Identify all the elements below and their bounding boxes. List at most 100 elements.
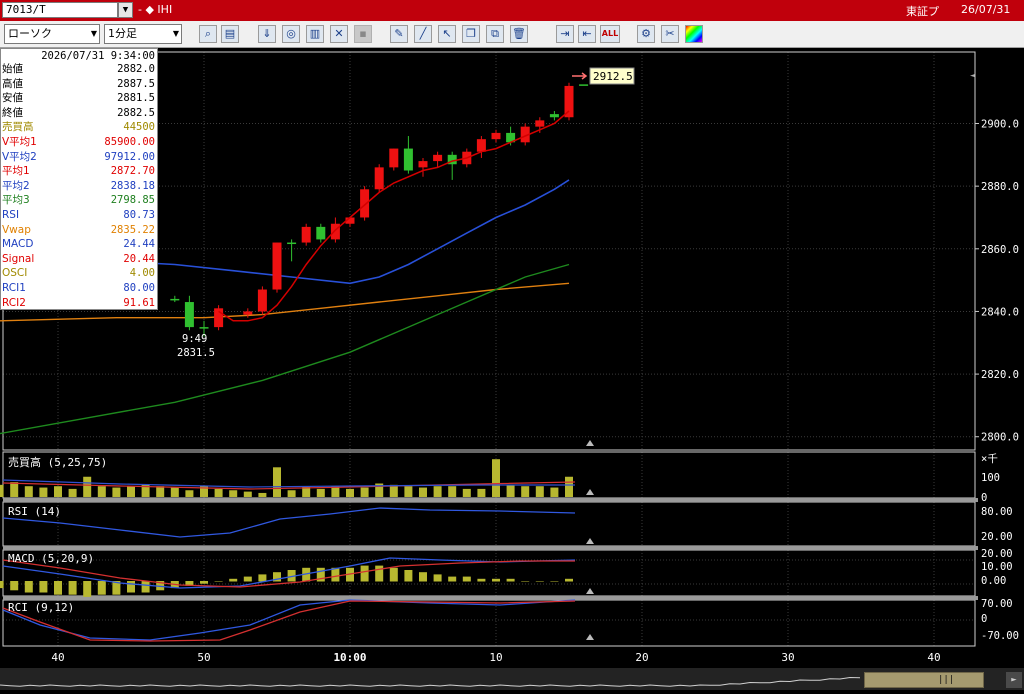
rci-panel-title: RCI (9,12) <box>8 601 74 614</box>
volume-bar <box>68 488 77 497</box>
scrollbar-thumb[interactable] <box>864 672 984 688</box>
all-button[interactable]: ALL <box>600 25 620 43</box>
overview-sparkline <box>0 676 861 687</box>
trash-icon[interactable]: 🗑 <box>510 25 528 43</box>
macd-histogram-bar <box>127 581 135 593</box>
info-row-value: 20.44 <box>123 252 155 265</box>
info-row-value: 2881.5 <box>117 92 155 105</box>
tools-icon[interactable]: ✂ <box>661 25 679 43</box>
copy-icon[interactable]: ⧉ <box>486 25 504 43</box>
time-tick-label: 50 <box>197 651 210 664</box>
symbol-dropdown-button[interactable]: ▼ <box>118 2 133 18</box>
panel-separator <box>3 546 978 550</box>
macd-histogram-bar <box>214 581 223 582</box>
price-tick-label: 2820.0 <box>981 369 1019 381</box>
macd-histogram-bar <box>404 570 413 582</box>
macd-histogram-bar <box>200 581 208 584</box>
chart-type-value: ローソク <box>8 27 52 40</box>
search-doc-icon[interactable]: ◎ <box>282 25 300 43</box>
interval-value: 1分足 <box>108 27 137 40</box>
candle-body <box>564 85 574 118</box>
info-row-label: RCI1 <box>2 282 26 294</box>
pencil-icon[interactable]: ✎ <box>390 25 408 43</box>
date-label: 26/07/31 <box>961 3 1011 16</box>
candle-body <box>389 148 399 168</box>
macd-panel-title: MACD (5,20,9) <box>8 552 94 565</box>
info-row-value: 80.00 <box>123 282 155 294</box>
macd-histogram-bar <box>565 578 573 582</box>
info-row-label: MACD <box>2 238 34 251</box>
macd-histogram-bar <box>535 581 544 582</box>
draw-line-icon[interactable]: ╱ <box>414 25 432 43</box>
cursor-icon[interactable]: ↖ <box>438 25 456 43</box>
macd-histogram-bar <box>68 581 77 595</box>
panel-separator <box>3 498 978 502</box>
info-row-value: 80.73 <box>123 209 155 221</box>
info-row-label: 平均2 <box>2 179 30 192</box>
scroll-right-button[interactable]: ► <box>1006 672 1022 688</box>
info-timestamp: 2026/07/31 9:34:00 <box>41 50 155 62</box>
volume-bar <box>54 486 62 497</box>
candle-body <box>199 327 209 329</box>
scale-out-icon[interactable]: ⇤ <box>578 25 596 43</box>
candle-body <box>360 189 370 218</box>
volume-bar <box>229 490 238 497</box>
info-row-value: 97912.00 <box>104 150 155 163</box>
candle-body <box>170 298 180 301</box>
volume-bar <box>287 490 296 497</box>
volume-bar <box>185 490 194 497</box>
settings-icon[interactable]: ⚙ <box>637 25 655 43</box>
rci-axis-0: 0 <box>981 613 987 625</box>
volume-bar <box>404 486 413 497</box>
macd-histogram-bar <box>331 567 340 582</box>
macd-histogram-bar <box>389 567 398 582</box>
toolbar: ローソク ▼ 1分足 ▼ ⌕ ▤ ⇓ ◎ ▥ ✕ ▪ ✎ ╱ ↖ ❐ ⧉ 🗑 ⇥… <box>0 21 1024 48</box>
volume-bar <box>477 488 486 497</box>
candle-body <box>287 242 297 245</box>
rsi-panel-title: RSI (14) <box>8 505 61 518</box>
candle-body <box>433 154 443 162</box>
interval-select[interactable]: 1分足 ▼ <box>104 24 182 44</box>
volume-bar <box>346 488 354 497</box>
info-row-value: 2882.5 <box>117 106 155 119</box>
scale-in-icon[interactable]: ⇥ <box>556 25 574 43</box>
info-row-label: 始値 <box>2 63 23 75</box>
rci-axis-70: 70.00 <box>981 598 1013 610</box>
download-icon[interactable]: ⇓ <box>258 25 276 43</box>
color-icon[interactable] <box>685 25 703 43</box>
candle-body <box>257 289 267 312</box>
volume-bar <box>156 486 165 497</box>
macd-histogram-bar <box>550 581 559 582</box>
zoom-icon[interactable]: ⌕ <box>199 25 217 43</box>
macd-histogram-bar <box>258 574 267 582</box>
macd-histogram-bar <box>229 578 238 582</box>
info-row: V平均1 85900.00 <box>1 136 157 149</box>
chart-type-select[interactable]: ローソク ▼ <box>4 24 100 44</box>
info-row-label: 安値 <box>2 92 23 105</box>
exchange-label: 東証プ <box>906 5 939 18</box>
bar-chart-icon[interactable]: ▥ <box>306 25 324 43</box>
macd-histogram-bar <box>506 578 515 582</box>
low-time-label: 9:49 <box>182 333 207 345</box>
scroll-marker-icon <box>586 634 594 640</box>
volume-axis-0: 0 <box>981 492 987 504</box>
symbol-input[interactable]: 7013/T <box>2 2 118 18</box>
price-tick-label: 2900.0 <box>981 119 1019 131</box>
price-tick-label: 2880.0 <box>981 181 1019 193</box>
layout-icon[interactable]: ▤ <box>221 25 239 43</box>
info-row-label: Signal <box>2 252 35 265</box>
time-tick-label: 30 <box>781 651 794 664</box>
volume-bar <box>360 487 369 497</box>
candle-body <box>184 302 194 328</box>
window-icon[interactable]: ❐ <box>462 25 480 43</box>
indicator-icon[interactable]: ✕ <box>330 25 348 43</box>
info-row: 平均3 2798.85 <box>1 194 157 207</box>
moving-average-1-line <box>218 110 570 322</box>
macd-histogram-bar <box>243 576 252 582</box>
grip-icon: ||| <box>938 675 955 685</box>
chevron-down-icon: ▼ <box>172 29 179 38</box>
info-row: 終値 2882.5 <box>1 107 157 120</box>
info-row-value: 91.61 <box>123 296 155 309</box>
volume-axis-100: 100 <box>981 472 1000 484</box>
panel-separator <box>3 596 978 600</box>
